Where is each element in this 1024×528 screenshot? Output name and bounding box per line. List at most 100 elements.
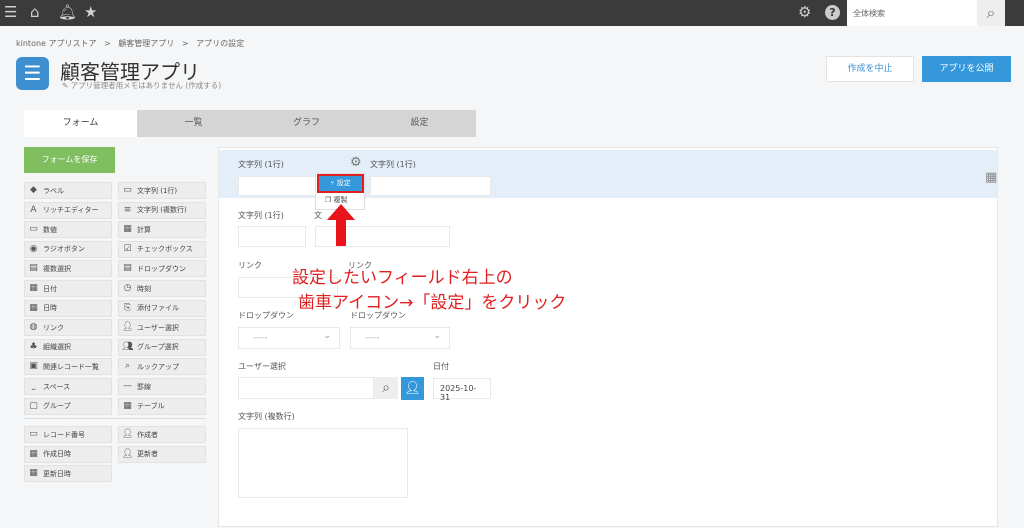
settings-tabs: フォーム 一覧 グラフ 設定 xyxy=(24,110,476,137)
palette-item-label: 計算 xyxy=(137,225,151,234)
copy-label: 複製 xyxy=(333,196,348,204)
home-icon[interactable]: ⌂ xyxy=(30,3,40,21)
palette-item[interactable]: ▣ 関連レコード一覧 xyxy=(24,358,112,376)
field-type-icon: ◆ xyxy=(30,185,37,195)
palette-item[interactable]: ▭ レコード番号 xyxy=(24,426,112,443)
palette-item[interactable]: ◆ ラベル xyxy=(24,182,112,199)
tab-form[interactable]: フォーム xyxy=(24,110,137,137)
user-search-button[interactable]: ⌕ xyxy=(374,377,398,399)
tab-graph[interactable]: グラフ xyxy=(250,110,363,137)
breadcrumb-sep: > xyxy=(104,39,111,48)
palette-item-label: チェックボックス xyxy=(137,245,193,254)
table-icon[interactable]: ▦ xyxy=(985,170,997,185)
field-type-icon: ▭ xyxy=(29,429,38,439)
palette-item-label: 日付 xyxy=(43,284,57,293)
palette-item[interactable]: ▭ 文字列 (1行) xyxy=(118,182,206,199)
global-search-input[interactable]: 全体検索 xyxy=(847,0,977,26)
date-field[interactable]: 2025-10-31 xyxy=(433,378,491,402)
star-icon[interactable]: ★ xyxy=(84,3,97,21)
palette-item[interactable]: ▤ 複数選択 xyxy=(24,260,112,278)
palette-item-label: リンク xyxy=(43,323,64,332)
palette-item[interactable]: ▤ ドロップダウン xyxy=(118,260,206,278)
app-memo[interactable]: ✎ アプリ管理者用メモはありません (作成する) xyxy=(62,80,221,91)
palette-item[interactable]: 👤︎ 更新者 xyxy=(118,445,206,463)
field-type-icon: ◷ xyxy=(123,283,132,293)
palette-item[interactable]: ▢ グループ xyxy=(24,397,112,415)
dropdown-select[interactable]: ----- ⌄ xyxy=(350,327,450,349)
palette-item-label: 複数選択 xyxy=(43,264,71,273)
gear-menu-settings[interactable]: ⑂ 設定 xyxy=(317,174,364,193)
palette-item-label: ルックアップ xyxy=(137,362,179,371)
field-type-icon: ⎘ xyxy=(123,302,132,313)
gear-icon[interactable]: ⚙ xyxy=(798,3,811,21)
help-icon[interactable]: ? xyxy=(825,5,840,20)
field-label: ドロップダウン xyxy=(238,311,294,320)
palette-item[interactable]: ◷ 時刻 xyxy=(118,280,206,297)
palette-item[interactable]: ☑ チェックボックス xyxy=(118,240,206,258)
search-button[interactable]: ⌕ xyxy=(977,0,1005,26)
palette-item[interactable]: ⌕ ルックアップ xyxy=(118,358,206,376)
palette-item[interactable]: ▦ 日付 xyxy=(24,280,112,297)
palette-item-label: 日時 xyxy=(43,304,57,313)
save-form-button[interactable]: フォームを保存 xyxy=(24,147,115,173)
field-label: ユーザー選択 xyxy=(238,362,286,371)
palette-item[interactable]: 👤︎ 作成者 xyxy=(118,426,206,443)
field-label: リンク xyxy=(238,261,262,270)
field-type-icon: ◍ xyxy=(29,322,38,333)
palette-item[interactable]: ▦ 計算 xyxy=(118,221,206,239)
palette-item[interactable]: ⎵ スペース xyxy=(24,378,112,395)
user-picker-button[interactable]: 👤︎ xyxy=(401,377,424,400)
palette-item[interactable]: ▦ 更新日時 xyxy=(24,465,112,483)
gear-icon[interactable]: ⚙ xyxy=(350,155,362,170)
field-type-icon: 👤︎ xyxy=(122,448,134,459)
palette-item[interactable]: 👥︎ グループ選択 xyxy=(118,338,206,356)
breadcrumb-item[interactable]: 顧客管理アプリ xyxy=(118,39,174,48)
tab-settings[interactable]: 設定 xyxy=(363,110,476,137)
text-field[interactable] xyxy=(238,226,306,247)
palette-item[interactable]: ▦ 日時 xyxy=(24,299,112,317)
palette-item-label: 更新日時 xyxy=(43,469,71,478)
search-icon: ⌕ xyxy=(986,3,996,22)
palette-item-label: 添付ファイル xyxy=(137,304,179,313)
palette-item-label: 罫線 xyxy=(137,382,151,391)
palette-item-label: テーブル xyxy=(137,402,165,411)
field-type-icon: — xyxy=(123,381,132,391)
field-type-icon: ▢ xyxy=(29,400,38,411)
palette-item-label: 関連レコード一覧 xyxy=(43,362,99,371)
palette-item[interactable]: ▭ 数値 xyxy=(24,221,112,239)
field-type-icon: 👤︎ xyxy=(122,322,134,333)
palette-item[interactable]: — 罫線 xyxy=(118,378,206,395)
field-type-icon: ☑ xyxy=(123,243,132,254)
palette-item[interactable]: A リッチエディター xyxy=(24,201,112,219)
field-type-icon: 👥︎ xyxy=(122,341,134,352)
palette-item[interactable]: ▦ テーブル xyxy=(118,397,206,415)
palette-item[interactable]: 👤︎ ユーザー選択 xyxy=(118,319,206,337)
cancel-button[interactable]: 作成を中止 xyxy=(826,56,914,82)
palette-item[interactable]: ◍ リンク xyxy=(24,319,112,337)
field-label: 日付 xyxy=(433,362,449,371)
dropdown-select[interactable]: ----- ⌄ xyxy=(238,327,340,349)
palette-item[interactable]: ♣ 組織選択 xyxy=(24,338,112,356)
palette-item[interactable]: ⎘ 添付ファイル xyxy=(118,299,206,317)
user-select-input[interactable] xyxy=(238,377,374,399)
palette-item-label: グループ xyxy=(43,402,71,411)
select-value: ----- xyxy=(365,333,380,342)
palette-item-label: グループ選択 xyxy=(137,343,179,352)
palette-item-label: 更新者 xyxy=(137,450,158,459)
text-field[interactable] xyxy=(370,176,491,196)
palette-item[interactable]: ▦ 作成日時 xyxy=(24,445,112,463)
field-type-icon: A xyxy=(30,204,37,215)
multiline-text-field[interactable] xyxy=(238,428,408,498)
tab-list[interactable]: 一覧 xyxy=(137,110,250,137)
field-type-icon: ▦ xyxy=(29,468,38,479)
field-type-icon: ♣ xyxy=(29,341,38,352)
palette-item-label: 作成者 xyxy=(137,430,158,439)
publish-button[interactable]: アプリを公開 xyxy=(922,56,1011,82)
bell-icon[interactable]: 🔔︎ xyxy=(58,3,77,21)
menu-icon[interactable]: ☰ xyxy=(4,3,17,21)
field-label: 文字列 (複数行) xyxy=(238,412,295,421)
field-type-icon: ≡ xyxy=(123,204,132,215)
palette-item[interactable]: ≡ 文字列 (複数行) xyxy=(118,201,206,219)
breadcrumb-item[interactable]: kintone アプリストア xyxy=(16,39,97,48)
palette-item[interactable]: ◉ ラジオボタン xyxy=(24,240,112,258)
